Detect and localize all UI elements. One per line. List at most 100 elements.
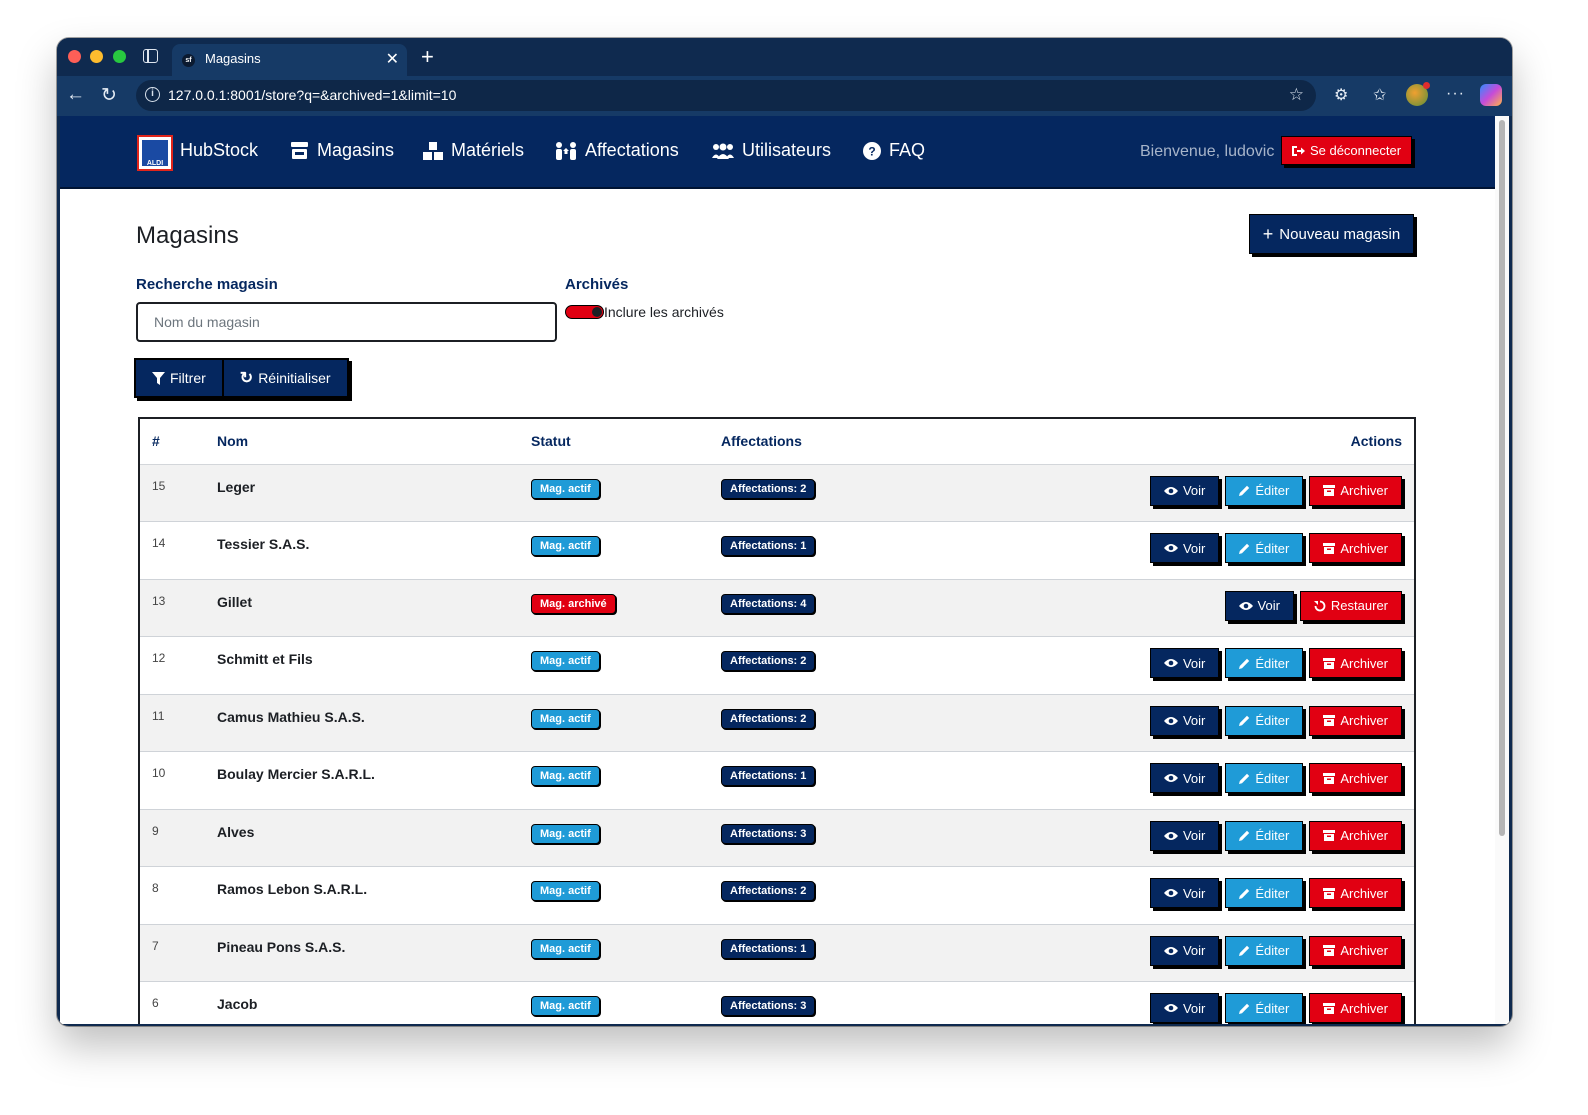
archive-label: Archiver [1340,885,1388,901]
view-button[interactable]: Voir [1149,475,1220,506]
edit-button[interactable]: Éditer [1225,475,1304,506]
status-badge: Mag. actif [531,823,600,844]
bookmark-star-icon[interactable]: ☆ [1289,85,1304,105]
new-tab-icon[interactable]: + [421,44,434,70]
brand-logo[interactable]: ALDI [137,135,173,171]
url-text[interactable]: 127.0.0.1:8001/store?q=&archived=1&limit… [168,87,456,103]
pencil-icon [1239,945,1250,956]
archive-button[interactable]: Archiver [1309,935,1402,966]
edit-button[interactable]: Éditer [1225,993,1304,1023]
edit-label: Éditer [1255,1000,1290,1016]
archive-label: Archiver [1340,655,1388,671]
view-button[interactable]: Voir [1149,993,1220,1023]
row-actions: Voir Éditer Archiver [959,694,1414,752]
archive-icon [1323,1002,1336,1014]
question-circle-icon: ? [863,141,881,160]
nav-link-affectations[interactable]: Affectations [555,140,679,161]
include-archived-toggle[interactable] [565,305,604,319]
page-scrollbar[interactable] [1495,116,1509,1024]
view-label: Voir [1182,655,1206,671]
browser-tab[interactable]: sf Magasins ✕ [172,44,407,76]
row-id: 13 [152,593,166,608]
nav-link-magasins[interactable]: Magasins [290,140,394,161]
view-button[interactable]: Voir [1149,533,1220,563]
site-info-icon[interactable]: i [145,87,160,102]
table-row: 11 Camus Mathieu S.A.S. Mag. actif Affectat… [140,694,1414,752]
nav-link-utilisateurs[interactable]: Utilisateurs [712,140,831,161]
archive-icon [1323,485,1336,496]
profile-notification-dot [1423,82,1430,89]
eye-icon [1163,486,1178,495]
archive-button[interactable]: Archiver [1309,878,1402,908]
logo-text: ALDI [146,160,164,167]
archive-button[interactable]: Archiver [1309,993,1402,1023]
edit-button[interactable]: Éditer [1225,935,1304,966]
favorites-icon[interactable]: ✩ [1373,85,1386,105]
scrollbar-thumb[interactable] [1499,120,1505,836]
row-assignments-cell: Affectations: 2 [709,867,959,925]
logout-label: Se déconnecter [1309,143,1402,158]
eye-icon [1238,601,1253,610]
view-button[interactable]: Voir [1149,648,1220,678]
sidebar-toggle-icon[interactable] [143,49,158,63]
more-options-icon[interactable]: ··· [1446,85,1465,103]
new-store-button[interactable]: + Nouveau magasin [1249,214,1414,254]
edit-button[interactable]: Éditer [1225,648,1304,678]
edit-label: Éditer [1255,943,1290,958]
filter-button[interactable]: Filtrer [136,360,222,396]
edit-button[interactable]: Éditer [1225,820,1304,851]
search-input[interactable] [136,302,557,342]
archive-button[interactable]: Archiver [1309,820,1402,851]
view-button[interactable]: Voir [1149,820,1220,851]
archive-button[interactable]: Archiver [1309,648,1402,678]
pencil-icon [1239,1003,1250,1014]
edit-button[interactable]: Éditer [1225,763,1304,793]
archive-button[interactable]: Archiver [1309,475,1402,506]
view-label: Voir [1257,598,1280,613]
row-name: Camus Mathieu S.A.S. [217,708,365,725]
archive-button[interactable]: Archiver [1309,533,1402,563]
edit-button[interactable]: Éditer [1225,705,1304,736]
restore-label: Restaurer [1330,598,1388,613]
view-button[interactable]: Voir [1149,878,1220,908]
back-icon[interactable]: ← [66,84,85,106]
archive-button[interactable]: Archiver [1309,705,1402,736]
row-id: 10 [152,766,166,780]
row-actions: Voir Éditer Archiver [959,982,1414,1025]
tab-close-icon[interactable]: ✕ [386,49,399,69]
archive-label: Archiver [1340,770,1388,786]
row-name: Gillet [217,593,253,610]
address-bar[interactable]: i 127.0.0.1:8001/store?q=&archived=1&lim… [136,80,1316,111]
nav-link-materiels[interactable]: Matériels [423,140,524,161]
reset-button[interactable]: ↻ Réinitialiser [221,360,347,396]
archive-button[interactable]: Archiver [1309,763,1402,793]
row-id: 8 [152,881,159,895]
reload-icon[interactable]: ↻ [101,84,117,107]
logout-button[interactable]: Se déconnecter [1281,136,1412,165]
brand-name[interactable]: HubStock [180,140,258,161]
row-id: 12 [152,651,166,665]
edit-button[interactable]: Éditer [1225,533,1304,563]
view-button[interactable]: Voir [1149,763,1220,793]
extensions-icon[interactable]: ⚙ [1334,85,1348,105]
maximize-window-button[interactable] [113,50,126,63]
eye-icon [1163,831,1178,840]
row-name: Alves [217,823,255,840]
minimize-window-button[interactable] [90,50,103,63]
edit-button[interactable]: Éditer [1225,878,1304,908]
status-badge: Mag. actif [531,708,600,729]
header-actions: Actions [959,419,1414,465]
store-icon [291,142,308,159]
status-badge: Mag. actif [531,651,600,671]
close-window-button[interactable] [68,50,81,63]
eye-icon [1163,1004,1178,1012]
view-button[interactable]: Voir [1149,935,1220,966]
view-button[interactable]: Voir [1149,705,1220,736]
table-row: 10 Boulay Mercier S.A.R.L. Mag. actif Affec… [140,751,1414,809]
view-button[interactable]: Voir [1224,590,1294,621]
pencil-icon [1239,773,1250,784]
restore-button[interactable]: Restaurer [1299,590,1402,621]
eye-icon [1163,774,1178,782]
nav-link-faq[interactable]: ? FAQ [863,140,925,161]
copilot-icon[interactable] [1480,84,1502,106]
